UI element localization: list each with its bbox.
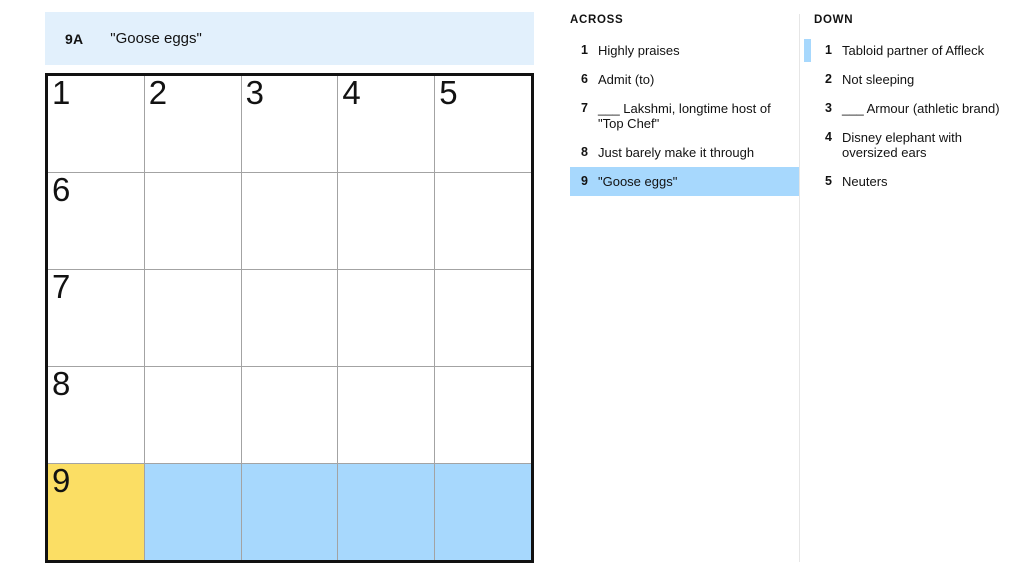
grid-cell-number: 9: [52, 462, 70, 499]
grid-cell[interactable]: 9: [48, 462, 144, 560]
current-clue-bar[interactable]: 9A "Goose eggs": [45, 12, 534, 65]
grid-cell[interactable]: [144, 464, 241, 560]
grid-cell[interactable]: 7: [48, 268, 144, 366]
clue-number: 5: [825, 174, 832, 188]
grid-cell[interactable]: [435, 464, 531, 560]
current-clue-text: "Goose eggs": [110, 30, 202, 47]
clue-item[interactable]: 6 Admit (to): [570, 65, 799, 94]
clue-item[interactable]: 1 Tabloid partner of Affleck: [804, 36, 1024, 65]
clue-item[interactable]: 7 ___ Lakshmi, longtime host of "Top Chef…: [570, 94, 799, 138]
grid-cell[interactable]: 3: [241, 74, 338, 172]
grid-cell-number: 2: [148, 74, 167, 111]
clue-text: ___ Lakshmi, longtime host of "Top Chef": [598, 101, 771, 131]
clue-text: Just barely make it through: [598, 145, 755, 160]
clue-number: 8: [581, 145, 588, 159]
clue-item[interactable]: 4 Disney elephant with oversized ears: [814, 123, 1024, 167]
grid-cell-number: 6: [52, 171, 70, 208]
clue-text: Highly praises: [598, 43, 680, 58]
grid-cell[interactable]: [144, 270, 241, 366]
clue-number: 3: [825, 101, 832, 115]
grid-cell[interactable]: [144, 173, 241, 269]
grid-cell-number: 7: [52, 268, 70, 305]
grid-cell[interactable]: 2: [144, 74, 241, 172]
grid-cell[interactable]: 5: [435, 74, 531, 172]
grid-cell[interactable]: 1: [48, 74, 144, 172]
grid-cell[interactable]: [338, 464, 435, 560]
clue-item[interactable]: 8 Just barely make it through: [570, 138, 799, 167]
grid-cell[interactable]: [435, 173, 531, 269]
clue-lists-panel: ACROSS 1 Highly praises 6 Admit (to) 7 ___ La…: [556, 0, 1024, 576]
across-clue-list[interactable]: 1 Highly praises 6 Admit (to) 7 ___ Lakshmi, …: [570, 36, 799, 196]
clue-text: Disney elephant with oversized ears: [842, 130, 962, 160]
clue-text: Neuters: [842, 174, 888, 189]
grid-cell[interactable]: [338, 270, 435, 366]
grid-cell[interactable]: [435, 270, 531, 366]
across-heading: ACROSS: [570, 14, 624, 26]
grid-cell[interactable]: 4: [338, 74, 435, 172]
clue-text: ___ Armour (athletic brand): [842, 101, 1000, 116]
clue-text: Not sleeping: [842, 72, 915, 87]
grid-cell[interactable]: [435, 367, 531, 463]
grid-cell[interactable]: [241, 464, 338, 560]
crossword-grid[interactable]: 1 2 3 4 5 6 7 8 9: [45, 73, 534, 563]
grid-cell[interactable]: [241, 270, 338, 366]
grid-cell-number: 4: [342, 74, 360, 111]
clue-number: 2: [825, 72, 832, 86]
clue-item[interactable]: 3 ___ Armour (athletic brand): [814, 94, 1024, 123]
down-clue-list[interactable]: 1 Tabloid partner of Affleck 2 Not sleeping…: [804, 36, 1024, 196]
puzzle-panel: 9A "Goose eggs" 1 2 3 4 5 6 7 8 9: [0, 0, 556, 576]
grid-cell-number: 5: [439, 74, 457, 111]
grid-cell[interactable]: 8: [48, 365, 144, 463]
grid-cell-number: 3: [245, 74, 264, 111]
clue-text: Tabloid partner of Affleck: [842, 43, 985, 58]
grid-cell[interactable]: 6: [48, 171, 144, 269]
grid-cell[interactable]: [144, 367, 241, 463]
current-clue-reference: 9A: [65, 30, 84, 47]
clue-number: 6: [581, 72, 588, 86]
clue-number: 1: [825, 43, 832, 57]
grid-cell-number: 8: [52, 365, 70, 402]
clue-number: 1: [581, 43, 588, 57]
grid-cell[interactable]: [338, 173, 435, 269]
down-clue-column: DOWN 1 Tabloid partner of Affleck 2 Not sle…: [804, 14, 1024, 562]
grid-cell[interactable]: [241, 173, 338, 269]
grid-cell[interactable]: [241, 367, 338, 463]
clue-item[interactable]: 2 Not sleeping: [814, 65, 1024, 94]
grid-cell-number: 1: [52, 74, 70, 111]
across-clue-column: ACROSS 1 Highly praises 6 Admit (to) 7 ___ La…: [570, 14, 800, 562]
clue-number: 4: [825, 130, 832, 144]
clue-item[interactable]: 5 Neuters: [814, 167, 1024, 196]
clue-item[interactable]: 9 "Goose eggs": [570, 167, 799, 196]
clue-number: 7: [581, 101, 588, 115]
clue-text: Admit (to): [598, 72, 655, 87]
down-heading: DOWN: [814, 14, 854, 26]
clue-item[interactable]: 1 Highly praises: [570, 36, 799, 65]
clue-text: "Goose eggs": [598, 174, 678, 189]
grid-cell[interactable]: [338, 367, 435, 463]
clue-number: 9: [581, 174, 588, 188]
